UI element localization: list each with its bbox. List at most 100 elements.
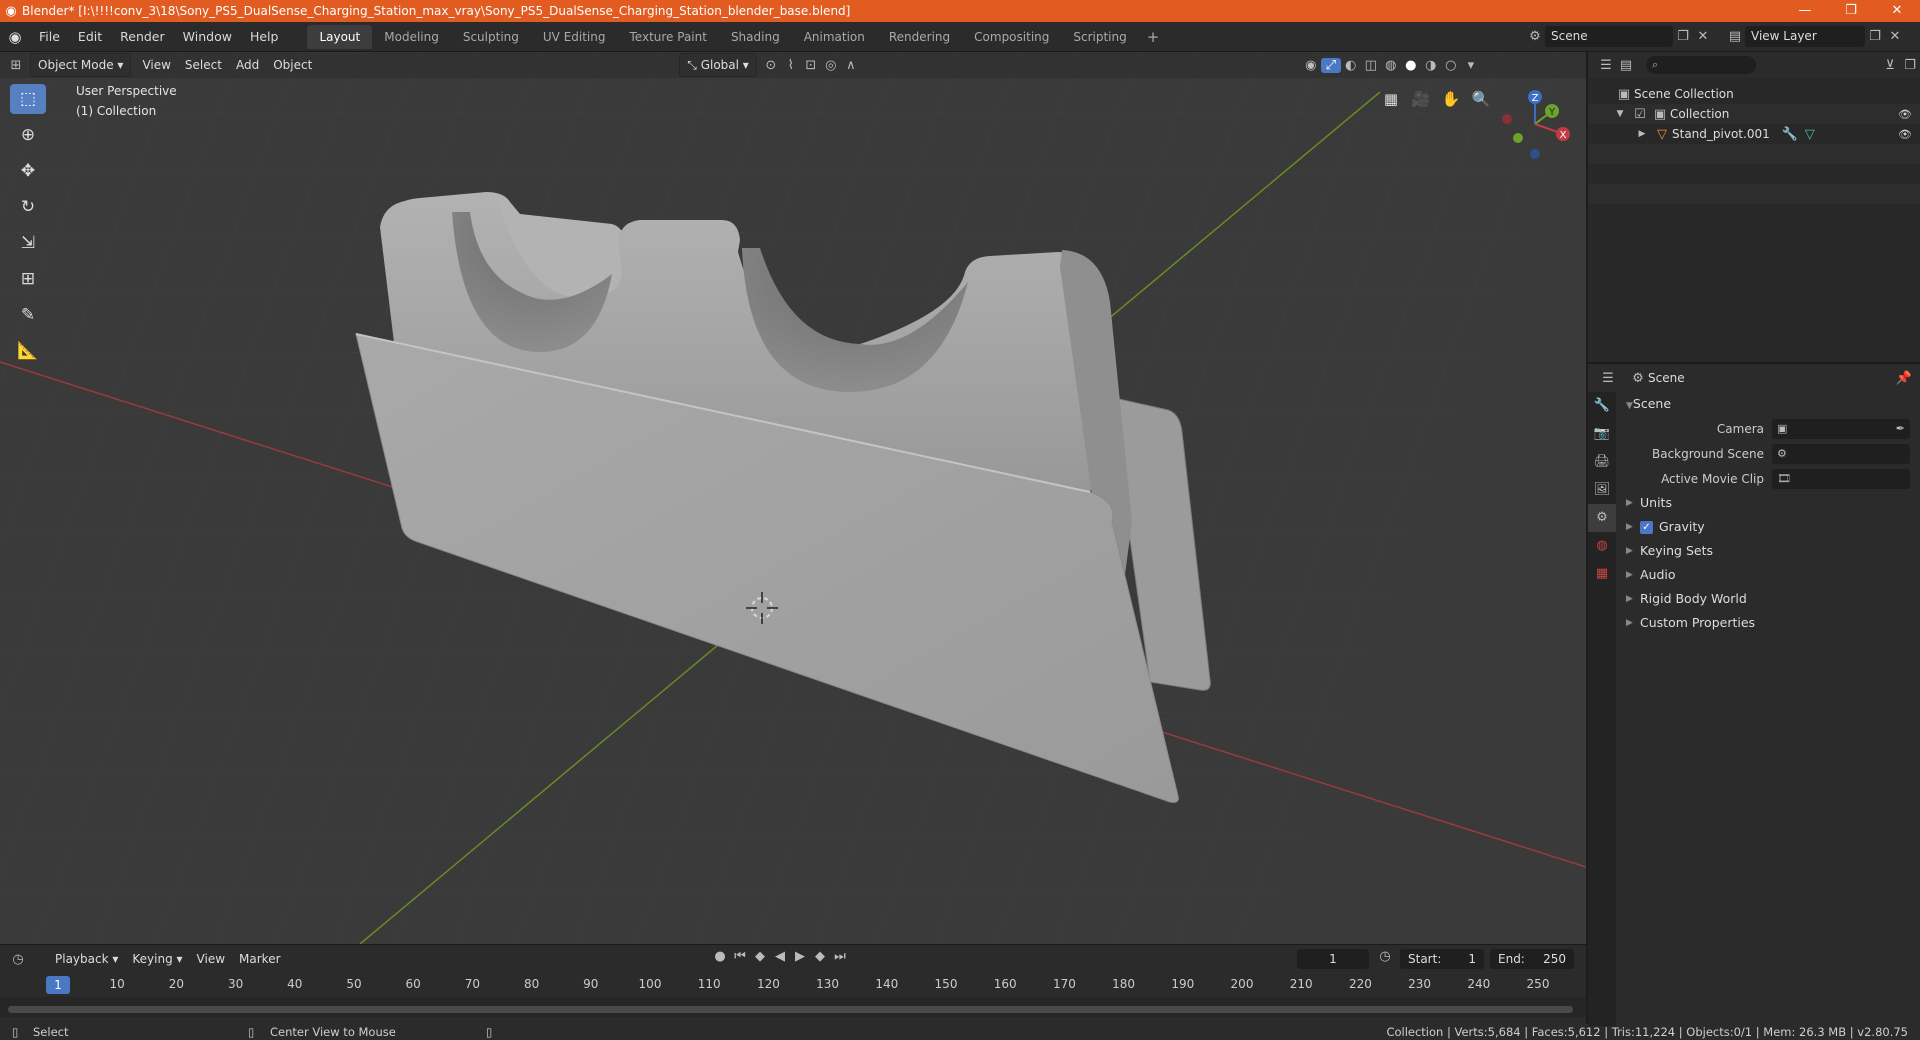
display-mode-icon[interactable]: ▤ — [1616, 58, 1636, 73]
cursor-tool-icon[interactable]: ⊕ — [10, 120, 46, 150]
expand-object-icon[interactable]: ▶ — [1632, 129, 1652, 139]
tab-compositing[interactable]: Compositing — [962, 25, 1061, 49]
custom-properties-panel[interactable]: ▶ Custom Properties — [1618, 611, 1918, 635]
camera-field[interactable]: ▣ ✒ — [1772, 418, 1910, 439]
pivot-point-icon[interactable]: ⊙ — [761, 58, 781, 73]
play-reverse-icon[interactable]: ◀ — [770, 949, 790, 964]
menu-render[interactable]: Render — [111, 22, 174, 52]
gizmo-neg-z-icon[interactable] — [1530, 149, 1540, 159]
snap-settings-icon[interactable]: ⊡ — [801, 58, 821, 73]
tab-animation[interactable]: Animation — [792, 25, 877, 49]
active-movie-clip-field[interactable]: 🎞 — [1772, 468, 1910, 489]
new-scene-icon[interactable]: ❐ — [1673, 29, 1693, 44]
view-layer-tab-icon[interactable]: 🖼 — [1588, 476, 1616, 504]
eyedropper-icon[interactable]: ✒ — [1896, 419, 1905, 439]
proportional-falloff-icon[interactable]: ∧ — [841, 58, 861, 73]
transform-orientation-dropdown[interactable]: ⤡ Global ▾ — [679, 53, 757, 77]
end-frame-field[interactable]: End: 250 — [1490, 949, 1574, 969]
tab-sculpting[interactable]: Sculpting — [451, 25, 531, 49]
render-tab-icon[interactable]: 📷 — [1588, 420, 1616, 448]
new-collection-icon[interactable]: ❐ — [1900, 58, 1920, 73]
view-layer-field[interactable]: View Layer — [1745, 26, 1865, 47]
scene-panel-header[interactable]: ▼Scene — [1618, 392, 1918, 416]
current-frame-marker[interactable]: 1 — [46, 976, 70, 994]
current-frame-field[interactable]: 1 — [1297, 949, 1369, 969]
gizmo-toggle-icon[interactable]: ⤢ — [1320, 57, 1341, 73]
timeline-keying-menu[interactable]: Keying ▾ — [125, 948, 189, 970]
pin-icon[interactable]: 📌 — [1894, 371, 1914, 386]
shading-options-icon[interactable]: ▾ — [1461, 58, 1481, 73]
output-tab-icon[interactable]: 🖨 — [1588, 448, 1616, 476]
zoom-view-icon[interactable]: 🔍 — [1466, 84, 1496, 114]
viewport-menu-select[interactable]: Select — [178, 54, 229, 76]
viewport-menu-add[interactable]: Add — [229, 54, 266, 76]
prev-keyframe-icon[interactable]: ◆ — [750, 949, 770, 964]
scene-tab-icon[interactable]: ⚙ — [1588, 504, 1616, 532]
start-frame-field[interactable]: Start: 1 — [1400, 949, 1484, 969]
next-keyframe-icon[interactable]: ◆ — [810, 949, 830, 964]
view-layer-icon[interactable]: ▤ — [1725, 29, 1745, 44]
menu-window[interactable]: Window — [174, 22, 241, 52]
mesh-data-icon[interactable]: ▽ — [1800, 127, 1820, 142]
tab-layout[interactable]: Layout — [307, 24, 373, 49]
gizmo-neg-y-icon[interactable] — [1513, 133, 1523, 143]
scene-name-field[interactable]: Scene — [1545, 26, 1673, 47]
outliner-row-object[interactable]: ▶ ▽ Stand_pivot.001 🔧 ▽ 👁 — [1588, 124, 1920, 144]
timeline-scrollbar[interactable] — [8, 1006, 1573, 1013]
menu-edit[interactable]: Edit — [69, 22, 111, 52]
tab-uv-editing[interactable]: UV Editing — [531, 25, 618, 49]
visibility-icon[interactable]: ◉ — [1301, 58, 1321, 73]
wireframe-shading-icon[interactable]: ◍ — [1381, 58, 1401, 73]
jump-start-icon[interactable]: ⏮ — [730, 949, 750, 964]
outliner-editor-type-icon[interactable]: ☰ — [1596, 58, 1616, 73]
timeline-ruler[interactable]: 1 10 20 30 40 50 60 70 80 90 100 110 120 130 140 150 16… — [0, 973, 1586, 997]
viewport-menu-view[interactable]: View — [135, 54, 177, 76]
filter-icon[interactable]: ⊻ — [1880, 58, 1900, 73]
add-workspace-icon[interactable]: + — [1139, 25, 1168, 49]
timeline-view-menu[interactable]: View — [190, 948, 232, 970]
material-shading-icon[interactable]: ◑ — [1421, 58, 1441, 73]
menu-help[interactable]: Help — [241, 22, 288, 52]
pan-view-icon[interactable]: ✋ — [1436, 84, 1466, 114]
gravity-checkbox[interactable]: ✓ — [1640, 520, 1653, 534]
close-icon[interactable]: ✕ — [1874, 0, 1920, 22]
minimize-icon[interactable]: — — [1782, 0, 1828, 22]
restore-icon[interactable]: ❐ — [1828, 0, 1874, 22]
solid-shading-icon[interactable]: ● — [1401, 58, 1421, 73]
overlays-icon[interactable]: ◐ — [1341, 58, 1361, 73]
expand-collection-icon[interactable]: ▼ — [1610, 109, 1630, 119]
transform-tool-icon[interactable]: ⊞ — [10, 264, 46, 294]
outliner-search-input[interactable]: ⌕ — [1646, 56, 1756, 74]
new-view-layer-icon[interactable]: ❐ — [1865, 29, 1885, 44]
play-icon[interactable]: ▶ — [790, 949, 810, 964]
select-box-tool-icon[interactable]: ⬚ — [10, 84, 46, 114]
camera-view-icon[interactable]: 🎥 — [1406, 84, 1436, 114]
annotate-tool-icon[interactable]: ✎ — [10, 300, 46, 330]
rotate-tool-icon[interactable]: ↻ — [10, 192, 46, 222]
object-mode-dropdown[interactable]: Object Mode ▾ — [30, 53, 132, 77]
collection-checkbox-icon[interactable]: ☑ — [1630, 107, 1650, 122]
tab-modeling[interactable]: Modeling — [372, 25, 451, 49]
tab-texture-paint[interactable]: Texture Paint — [618, 25, 719, 49]
timeline-editor-type-icon[interactable]: ◷ — [8, 952, 28, 967]
tab-shading[interactable]: Shading — [719, 25, 792, 49]
rendered-shading-icon[interactable]: ○ — [1441, 58, 1461, 73]
measure-tool-icon[interactable]: 📐 — [10, 336, 46, 366]
object-visibility-icon[interactable]: 👁 — [1898, 128, 1912, 141]
record-icon[interactable]: ● — [710, 949, 730, 964]
preview-range-icon[interactable]: ◷ — [1375, 949, 1395, 964]
jump-end-icon[interactable]: ⏭ — [830, 949, 850, 964]
outliner-row-collection[interactable]: ▼ ☑ ▣ Collection 👁 — [1588, 104, 1920, 124]
gizmo-neg-x-icon[interactable] — [1502, 114, 1512, 124]
world-tab-icon[interactable]: ◍ — [1588, 532, 1616, 560]
outliner-row-scene-collection[interactable]: ▣ Scene Collection — [1588, 84, 1920, 104]
tab-rendering[interactable]: Rendering — [877, 25, 962, 49]
timeline-marker-menu[interactable]: Marker — [232, 948, 287, 970]
timeline-playback-menu[interactable]: Playback ▾ — [48, 948, 125, 970]
xray-icon[interactable]: ◫ — [1361, 58, 1381, 73]
snap-icon[interactable]: ⌇ — [781, 58, 801, 73]
scene-icon[interactable]: ⚙ — [1525, 29, 1545, 44]
texture-tab-icon[interactable]: ▦ — [1588, 560, 1616, 588]
properties-editor-type-icon[interactable]: ☰ — [1598, 371, 1618, 386]
background-scene-field[interactable]: ⚙ — [1772, 443, 1910, 464]
